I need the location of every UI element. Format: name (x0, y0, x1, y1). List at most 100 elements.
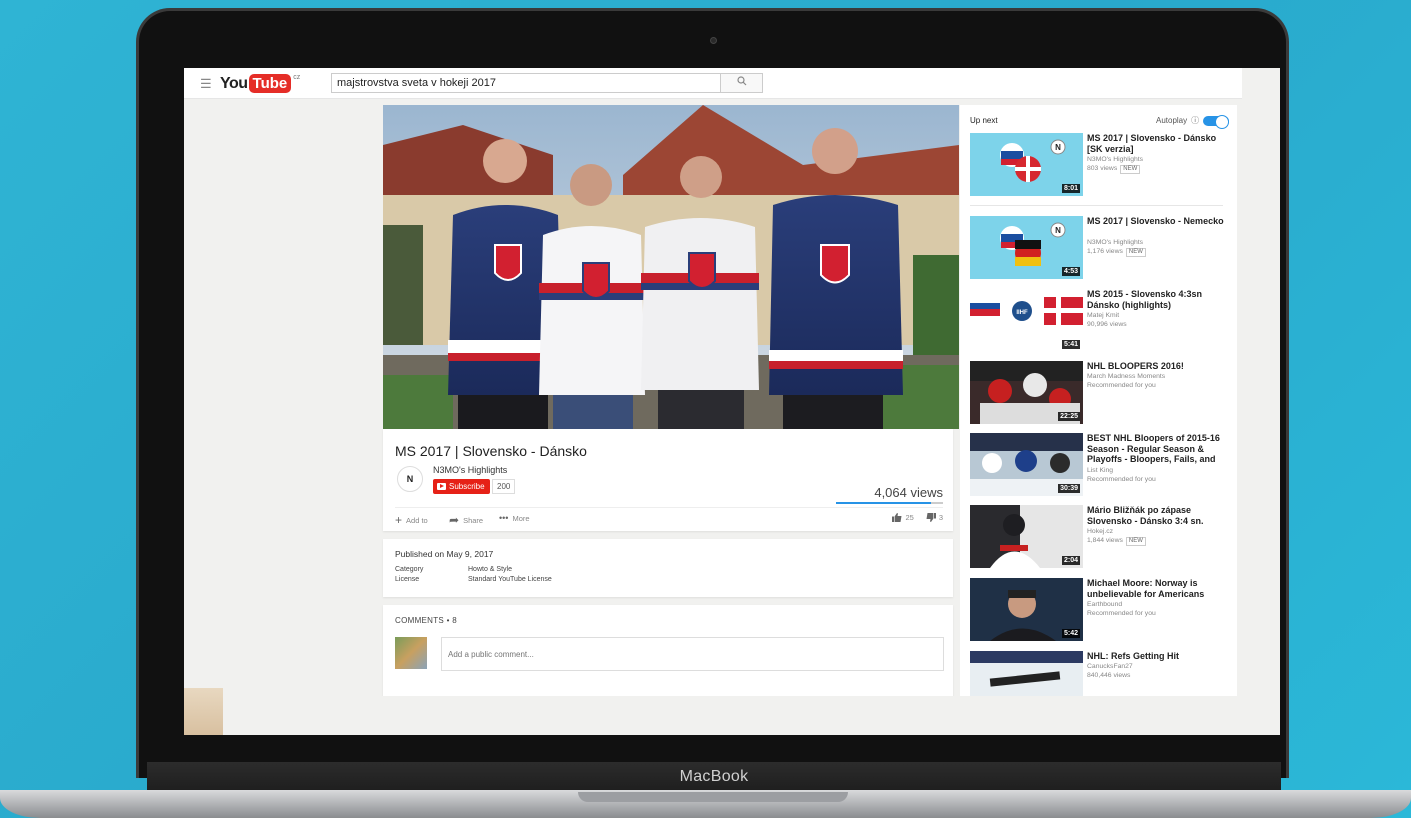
like-ratio-fill (836, 502, 932, 504)
video-channel: CanucksFan27 (1087, 663, 1133, 670)
share-label: Share (463, 515, 484, 525)
comments-header: COMMENTS • 8 (395, 616, 457, 625)
new-badge: NEW (1125, 248, 1146, 257)
svg-text:IIHF: IIHF (1016, 310, 1028, 316)
video-thumbnail[interactable]: 22:25 (970, 361, 1083, 424)
add-to-label: Add to (406, 515, 428, 525)
license-row: License Standard YouTube License (395, 576, 552, 583)
like-dislike-group: 25 3 (892, 513, 943, 522)
autoplay-toggle[interactable] (1203, 114, 1230, 129)
video-title[interactable]: BEST NHL Bloopers of 2015-16 Season - Re… (1087, 433, 1232, 465)
video-channel: Earthbound (1087, 601, 1123, 608)
video-views: 1,176 views (1087, 248, 1123, 255)
like-ratio-bar (836, 502, 943, 504)
video-channel: March Madness Moments (1087, 373, 1166, 380)
video-title[interactable]: Mário Bližňák po zápase Slovensko - Dáns… (1087, 505, 1232, 526)
video-duration: 30:39 (1058, 484, 1080, 493)
share-button[interactable]: ➦ Share (449, 513, 483, 527)
laptop-chin: MacBook (147, 762, 1281, 792)
category-value[interactable]: Howto & Style (468, 566, 512, 573)
new-badge: NEW (1120, 165, 1141, 174)
youtube-play-icon (437, 483, 446, 490)
video-title: MS 2017 | Slovensko - Dánsko (395, 443, 587, 459)
video-channel: N3MO's Highlights (1087, 156, 1144, 163)
dislike-count: 3 (938, 513, 943, 522)
share-arrow-icon: ➦ (449, 513, 460, 527)
thumbs-up-icon[interactable] (892, 513, 902, 522)
youtube-logo[interactable]: You Tube cz (220, 74, 300, 93)
video-title[interactable]: MS 2017 | Slovensko - Dánsko [SK verzia] (1087, 133, 1232, 154)
video-views: Recommended for you (1087, 382, 1156, 389)
youtube-header: ☰ You Tube cz (184, 68, 1242, 99)
video-views: 803 views (1087, 165, 1118, 172)
add-to-button[interactable]: + Add to (395, 513, 428, 527)
video-player[interactable] (383, 105, 959, 429)
hamburger-icon[interactable]: ☰ (200, 76, 212, 92)
autoplay-control: Autoplay ⓘ (1156, 114, 1230, 129)
recommended-video[interactable]: 30:39 BEST NHL Bloopers of 2015-16 Seaso… (970, 433, 1232, 497)
camera-icon (710, 37, 717, 44)
subscriber-count: 200 (492, 479, 516, 494)
thumbs-down-icon[interactable] (926, 513, 936, 522)
logo-you: You (220, 74, 248, 92)
video-views: Recommended for you (1087, 476, 1156, 483)
license-label: License (395, 576, 420, 583)
video-thumbnail[interactable]: 2:04 (970, 505, 1083, 568)
video-thumbnail[interactable]: N 8:01 (970, 133, 1083, 196)
laptop-notch (578, 792, 848, 802)
recommended-video[interactable]: N 4:53 MS 2017 | Slovensko - Nemecko N3M… (970, 216, 1232, 280)
right-page-margin (1242, 68, 1280, 735)
video-title[interactable]: NHL: Refs Getting Hit (1087, 651, 1232, 662)
video-channel: List King (1087, 467, 1114, 474)
video-channel: Matej Kmit (1087, 312, 1120, 319)
info-icon[interactable]: ⓘ (1191, 115, 1199, 126)
subscribe-button[interactable]: Subscribe (433, 479, 490, 494)
subscribe-label: Subscribe (449, 482, 485, 491)
video-title[interactable]: MS 2017 | Slovensko - Nemecko (1087, 216, 1232, 227)
recommended-video[interactable]: 22:25 NHL BLOOPERS 2016! March Madness M… (970, 361, 1232, 425)
section-divider (970, 205, 1223, 206)
user-avatar (395, 637, 427, 669)
video-channel: N3MO's Highlights (1087, 239, 1144, 246)
comment-input[interactable] (441, 637, 944, 671)
video-views: 90,996 views (1087, 321, 1127, 328)
video-thumbnail[interactable]: N 4:53 (970, 216, 1083, 279)
video-duration: 2:04 (1061, 556, 1080, 565)
video-info-card: MS 2017 | Slovensko - Dánsko N N3MO's Hi… (383, 429, 953, 531)
logo-region: cz (293, 74, 301, 81)
video-stats: 1,176 views NEW (1087, 247, 1146, 257)
like-count: 25 (905, 513, 914, 522)
recommended-video[interactable]: 5:42 Michael Moore: Norway is unbelievab… (970, 578, 1232, 642)
video-duration: 4:53 (1061, 267, 1080, 276)
category-row: Category Howto & Style (395, 566, 512, 573)
desktop-background-strip (184, 688, 223, 735)
video-title[interactable]: Michael Moore: Norway is unbelievable fo… (1087, 578, 1232, 599)
search-input[interactable] (331, 73, 721, 93)
new-badge: NEW (1125, 537, 1146, 546)
channel-name[interactable]: N3MO's Highlights (433, 465, 507, 475)
video-thumbnail[interactable]: 30:39 (970, 433, 1083, 496)
video-views: 840,446 views (1087, 672, 1131, 679)
recommended-video[interactable]: IIHF 5:41 MS 2015 - Slovensko 4:3sn Dáns… (970, 289, 1232, 353)
search-icon (736, 76, 746, 86)
more-button[interactable]: ••• More (499, 513, 530, 523)
svg-text:N: N (1055, 143, 1061, 152)
video-title[interactable]: NHL BLOOPERS 2016! (1087, 361, 1232, 372)
video-duration: 22:25 (1058, 412, 1080, 421)
bottom-page-area (223, 696, 1242, 735)
recommended-video[interactable]: N 8:01 MS 2017 | Slovensko - Dánsko [SK … (970, 133, 1232, 197)
video-views: 1,844 views (1087, 537, 1123, 544)
video-thumbnail[interactable]: 5:42 (970, 578, 1083, 641)
search-button[interactable] (720, 73, 763, 93)
view-count: 4,064 views (874, 485, 943, 500)
dots-icon: ••• (499, 513, 509, 523)
video-title[interactable]: MS 2015 - Slovensko 4:3sn Dánsko (highli… (1087, 289, 1232, 310)
video-stats: 803 views NEW (1087, 164, 1141, 174)
device-label: MacBook (679, 768, 749, 785)
action-divider (395, 507, 943, 508)
video-frame (383, 105, 959, 429)
recommended-video[interactable]: 2:04 Mário Bližňák po zápase Slovensko -… (970, 505, 1232, 569)
video-thumbnail[interactable]: IIHF 5:41 (970, 289, 1083, 352)
channel-avatar[interactable]: N (397, 466, 423, 492)
published-date: Published on May 9, 2017 (395, 549, 494, 559)
